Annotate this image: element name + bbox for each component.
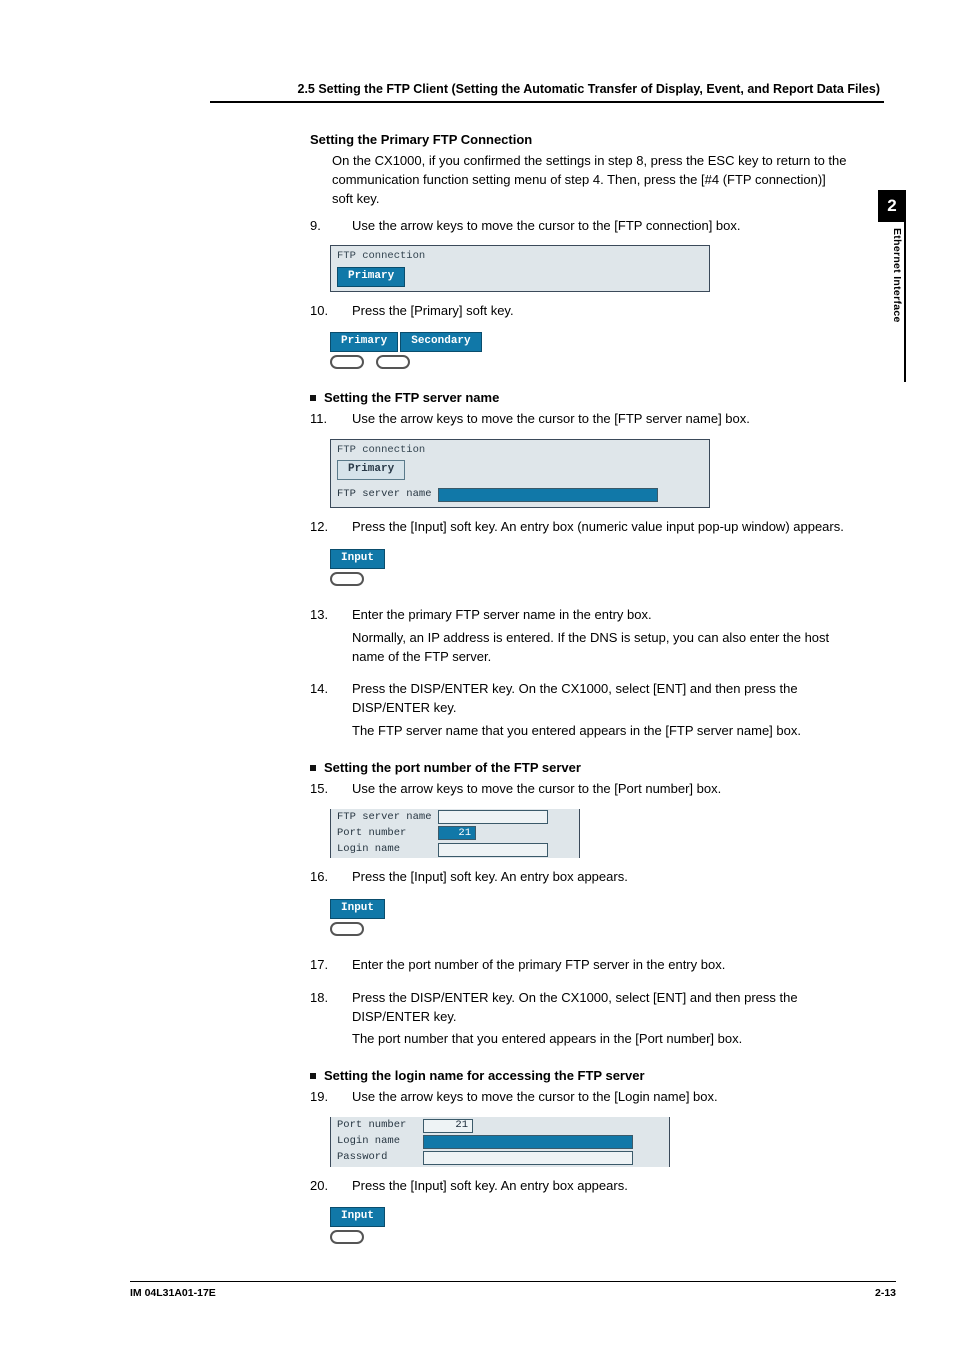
field-label-login-name: Login name <box>337 842 432 857</box>
step-18: 18. Press the DISP/ENTER key. On the CX1… <box>310 989 850 1054</box>
primary-chip: Primary <box>337 267 405 287</box>
step-number: 17. <box>310 956 336 979</box>
softkey-button-icon <box>330 355 364 369</box>
step-text-line1: Press the DISP/ENTER key. On the CX1000,… <box>352 989 850 1027</box>
step-19: 19. Use the arrow keys to move the curso… <box>310 1088 850 1111</box>
step-number: 12. <box>310 518 336 541</box>
field-label-port-number: Port number <box>337 826 432 841</box>
figure-port-number-box: FTP server name Port number 21 Login nam… <box>330 809 850 859</box>
step-number: 15. <box>310 780 336 803</box>
field-label-server-name: FTP server name <box>337 810 432 825</box>
step-text-line2: Normally, an IP address is entered. If t… <box>352 629 850 667</box>
step-text: Enter the port number of the primary FTP… <box>352 956 850 975</box>
step-number: 11. <box>310 410 336 433</box>
field-input-login-name <box>438 843 548 857</box>
step-text: Use the arrow keys to move the cursor to… <box>352 217 850 236</box>
primary-softkey-label: Primary <box>330 332 398 352</box>
step-9: 9. Use the arrow keys to move the cursor… <box>310 217 850 240</box>
field-label-password: Password <box>337 1150 417 1165</box>
page-footer: IM 04L31A01-17E 2-13 <box>130 1281 896 1301</box>
heading-server-name-text: Setting the FTP server name <box>324 390 499 405</box>
secondary-softkey-label: Secondary <box>400 332 481 352</box>
step-text: Use the arrow keys to move the cursor to… <box>352 780 850 799</box>
figure-input-softkey: Input <box>330 1205 850 1250</box>
figure-primary-secondary-softkeys: PrimarySecondary <box>330 330 850 375</box>
input-softkey-label: Input <box>330 899 385 919</box>
figure-input-softkey: Input <box>330 547 850 592</box>
step-20: 20. Press the [Input] soft key. An entry… <box>310 1177 850 1200</box>
step-number: 14. <box>310 680 336 745</box>
step-text-line2: The FTP server name that you entered app… <box>352 722 850 741</box>
softkey-button-icon <box>330 922 364 936</box>
primary-chip-dim: Primary <box>337 460 405 480</box>
figure-ftp-server-name-box: FTP connection Primary FTP server name <box>330 439 850 508</box>
step-number: 16. <box>310 868 336 891</box>
chapter-number-badge: 2 <box>878 190 906 222</box>
field-label-port-number: Port number <box>337 1118 417 1133</box>
step-10: 10. Press the [Primary] soft key. <box>310 302 850 325</box>
step-text-line1: Enter the primary FTP server name in the… <box>352 606 850 625</box>
field-input-port-number: 21 <box>438 826 476 840</box>
footer-page-number: 2-13 <box>875 1286 896 1301</box>
step-text-line1: Press the DISP/ENTER key. On the CX1000,… <box>352 680 850 718</box>
figure-input-softkey: Input <box>330 897 850 942</box>
step-text: Press the [Input] soft key. An entry box… <box>352 518 850 537</box>
section-header-text: 2.5 Setting the FTP Client (Setting the … <box>210 80 884 98</box>
step-number: 19. <box>310 1088 336 1111</box>
footer-doc-id: IM 04L31A01-17E <box>130 1286 216 1301</box>
step-16: 16. Press the [Input] soft key. An entry… <box>310 868 850 891</box>
document-page: 2.5 Setting the FTP Client (Setting the … <box>0 0 954 1351</box>
field-input-password <box>423 1151 633 1165</box>
field-label-login-name: Login name <box>337 1134 417 1149</box>
softkey-button-icon <box>330 572 364 586</box>
heading-port-number: Setting the port number of the FTP serve… <box>310 759 850 778</box>
step-15: 15. Use the arrow keys to move the curso… <box>310 780 850 803</box>
step-number: 20. <box>310 1177 336 1200</box>
step-17: 17. Enter the port number of the primary… <box>310 956 850 979</box>
heading-login-name: Setting the login name for accessing the… <box>310 1067 850 1086</box>
intro-paragraph: On the CX1000, if you confirmed the sett… <box>332 152 850 209</box>
input-softkey-label: Input <box>330 549 385 569</box>
step-number: 10. <box>310 302 336 325</box>
group-label: FTP connection <box>337 443 703 458</box>
step-text: Press the [Primary] soft key. <box>352 302 850 321</box>
step-12: 12. Press the [Input] soft key. An entry… <box>310 518 850 541</box>
step-11: 11. Use the arrow keys to move the curso… <box>310 410 850 433</box>
field-input-port-number: 21 <box>423 1119 473 1133</box>
step-text-line2: The port number that you entered appears… <box>352 1030 850 1049</box>
step-text: Press the [Input] soft key. An entry box… <box>352 868 850 887</box>
field-label-server-name: FTP server name <box>337 487 432 502</box>
chapter-tab-label: Ethernet Interface <box>889 228 904 382</box>
input-softkey-label: Input <box>330 1207 385 1227</box>
section-header: 2.5 Setting the FTP Client (Setting the … <box>210 80 884 103</box>
step-number: 18. <box>310 989 336 1054</box>
heading-login-name-text: Setting the login name for accessing the… <box>324 1068 645 1083</box>
step-14: 14. Press the DISP/ENTER key. On the CX1… <box>310 680 850 745</box>
page-content: Setting the Primary FTP Connection On th… <box>310 131 850 1250</box>
field-input-server-name <box>438 488 658 502</box>
heading-port-number-text: Setting the port number of the FTP serve… <box>324 760 581 775</box>
step-text: Use the arrow keys to move the cursor to… <box>352 410 850 429</box>
step-number: 13. <box>310 606 336 671</box>
step-number: 9. <box>310 217 336 240</box>
softkey-button-icon <box>330 1230 364 1244</box>
heading-server-name: Setting the FTP server name <box>310 389 850 408</box>
chapter-side-tab: 2 Ethernet Interface <box>878 190 906 360</box>
field-input-login-name <box>423 1135 633 1149</box>
group-label: FTP connection <box>337 249 703 264</box>
figure-login-name-box: Port number 21 Login name Password <box>330 1117 850 1167</box>
softkey-button-icon <box>376 355 410 369</box>
step-text: Use the arrow keys to move the cursor to… <box>352 1088 850 1107</box>
figure-ftp-connection-box: FTP connection Primary <box>330 245 850 291</box>
step-13: 13. Enter the primary FTP server name in… <box>310 606 850 671</box>
step-text: Press the [Input] soft key. An entry box… <box>352 1177 850 1196</box>
field-input-server-name <box>438 810 548 824</box>
heading-primary-ftp: Setting the Primary FTP Connection <box>310 131 850 150</box>
